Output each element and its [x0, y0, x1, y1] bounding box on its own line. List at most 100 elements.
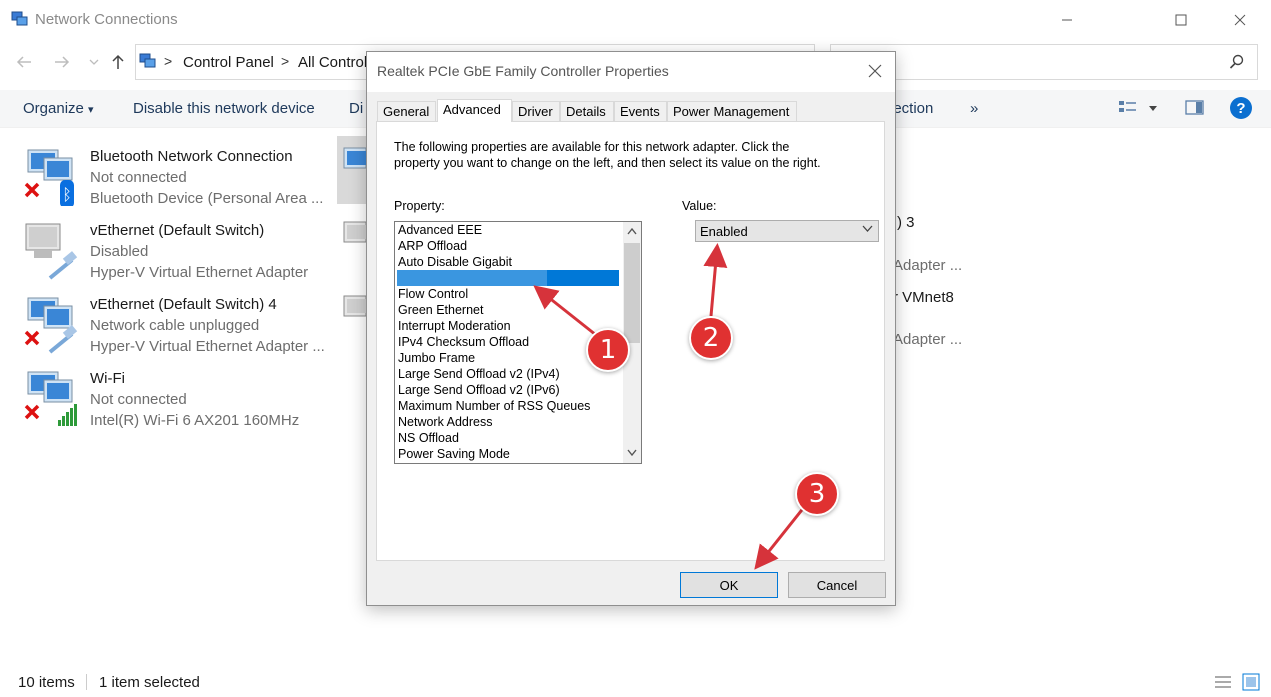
item-device: Hyper-V Virtual Ethernet Adapter — [90, 264, 309, 281]
value-selected: Enabled — [700, 224, 748, 239]
help-icon[interactable]: ? — [1230, 97, 1252, 119]
item-status: Not connected — [90, 169, 187, 186]
status-divider — [86, 674, 87, 690]
item-status: Disabled — [90, 243, 149, 260]
up-button[interactable] — [108, 52, 128, 72]
item-status: Network cable unplugged — [90, 317, 260, 334]
selection-count: 1 item selected — [99, 674, 200, 691]
network-connections-icon — [11, 11, 28, 26]
list-item[interactable]: ᛒ Bluetooth Network Connection Not conne… — [0, 138, 323, 208]
control-panel-icon — [139, 53, 156, 68]
tab-advanced[interactable]: Advanced — [437, 99, 512, 122]
tab-driver[interactable]: Driver — [512, 101, 560, 121]
scrollbar-thumb[interactable] — [624, 243, 640, 343]
tab-details[interactable]: Details — [560, 101, 614, 121]
title-bar: Network Connections — [0, 0, 1271, 40]
details-view-icon[interactable] — [1214, 674, 1232, 690]
minimize-button[interactable] — [1038, 0, 1096, 40]
item-device: Hyper-V Virtual Ethernet Adapter ... — [90, 338, 325, 355]
item-device: Intel(R) Wi-Fi 6 AX201 160MHz — [90, 412, 300, 429]
property-item[interactable]: Jumbo Frame — [398, 350, 475, 366]
error-x-icon — [24, 404, 40, 420]
close-button[interactable] — [1211, 0, 1269, 40]
properties-dialog: Realtek PCIe GbE Family Controller Prope… — [366, 51, 896, 606]
property-item[interactable]: Maximum Number of RSS Queues — [398, 398, 590, 414]
partial-item-device: Adapter ... — [893, 331, 963, 348]
close-icon — [868, 64, 882, 78]
item-device: Bluetooth Device (Personal Area ... — [90, 190, 324, 207]
back-arrow-icon — [16, 56, 31, 68]
property-item[interactable]: Auto Disable Gigabit — [398, 254, 512, 270]
annotation-badge-1: 1 — [586, 328, 630, 372]
dialog-title: Realtek PCIe GbE Family Controller Prope… — [377, 63, 669, 79]
property-item[interactable]: Advanced EEE — [398, 222, 482, 238]
breadcrumb-all-control[interactable]: All Control — [298, 54, 367, 71]
cancel-button[interactable]: Cancel — [788, 572, 886, 598]
chevron-down-icon[interactable] — [1148, 105, 1158, 113]
property-label: Property: — [394, 199, 445, 213]
list-item[interactable]: vEthernet (Default Switch) Disabled Hype… — [0, 212, 308, 282]
item-count: 10 items — [18, 674, 75, 691]
forward-button[interactable] — [52, 52, 72, 72]
property-item[interactable]: Flow Control — [398, 286, 468, 302]
selected-property-overlay — [397, 270, 547, 286]
more-commands-button[interactable]: » — [970, 100, 978, 117]
forward-arrow-icon — [55, 56, 70, 68]
item-status: Not connected — [90, 391, 187, 408]
maximize-icon — [1175, 14, 1187, 26]
scroll-up-icon[interactable] — [627, 228, 637, 235]
partial-item-name[interactable]: r VMnet8 — [893, 289, 954, 306]
diagnose-button[interactable]: Di — [349, 100, 363, 117]
value-label: Value: — [682, 199, 717, 213]
advanced-description: The following properties are available f… — [394, 140, 821, 170]
minimize-icon — [1062, 19, 1072, 21]
property-item[interactable]: Power Saving Mode — [398, 446, 510, 462]
list-item[interactable]: vEthernet (Default Switch) 4 Network cab… — [0, 286, 325, 356]
ethernet-network-icon — [25, 223, 78, 280]
scroll-down-icon[interactable] — [627, 449, 637, 456]
list-item[interactable]: Wi-Fi Not connected Intel(R) Wi-Fi 6 AX2… — [0, 360, 300, 430]
chevron-down-icon — [862, 225, 873, 232]
breadcrumb-separator[interactable]: > — [164, 53, 172, 69]
organize-menu[interactable]: Organize ▾ — [23, 100, 94, 117]
close-icon — [1234, 14, 1246, 26]
dialog-close-button[interactable] — [863, 60, 887, 82]
property-item[interactable]: Network Address — [398, 414, 492, 430]
error-x-icon — [24, 330, 40, 346]
back-button[interactable] — [14, 52, 34, 72]
tab-events[interactable]: Events — [614, 101, 667, 121]
value-dropdown[interactable]: Enabled — [695, 220, 879, 242]
recent-locations-button[interactable] — [84, 52, 104, 72]
property-item[interactable]: Green Ethernet — [398, 302, 483, 318]
window-title: Network Connections — [35, 11, 178, 28]
breadcrumb-separator[interactable]: > — [281, 53, 289, 69]
disable-device-button[interactable]: Disable this network device — [133, 100, 315, 117]
property-item[interactable]: IPv4 Checksum Offload — [398, 334, 529, 350]
search-icon — [1229, 54, 1244, 69]
chevron-down-icon — [89, 59, 99, 65]
network-connections-window: Network Connections > Control Panel > Al… — [0, 0, 1271, 697]
large-icons-view-icon[interactable] — [1242, 673, 1260, 691]
status-bar: 10 items 1 item selected — [0, 668, 1271, 697]
network-adapter-icon — [343, 221, 366, 243]
item-name: Bluetooth Network Connection — [90, 148, 293, 165]
maximize-button[interactable] — [1152, 0, 1210, 40]
property-item[interactable]: Large Send Offload v2 (IPv4) — [398, 366, 560, 382]
view-options-icon[interactable] — [1118, 99, 1138, 117]
item-name: vEthernet (Default Switch) 4 — [90, 296, 277, 313]
property-item[interactable]: NS Offload — [398, 430, 459, 446]
tab-general[interactable]: General — [377, 101, 436, 121]
partial-item-name[interactable]: ) 3 — [897, 214, 915, 231]
ok-button[interactable]: OK — [680, 572, 778, 598]
property-item[interactable]: Interrupt Moderation — [398, 318, 511, 334]
item-name: vEthernet (Default Switch) — [90, 222, 265, 239]
property-item[interactable]: ARP Offload — [398, 238, 467, 254]
tab-power-management[interactable]: Power Management — [667, 101, 797, 121]
chevron-down-icon: ▾ — [88, 104, 94, 116]
preview-pane-icon[interactable] — [1185, 99, 1205, 117]
svg-text:ᛒ: ᛒ — [62, 185, 72, 204]
property-item[interactable]: Large Send Offload v2 (IPv6) — [398, 382, 560, 398]
annotation-badge-3: 3 — [795, 472, 839, 516]
breadcrumb-control-panel[interactable]: Control Panel — [183, 54, 274, 71]
partial-item-device: Adapter ... — [893, 257, 963, 274]
